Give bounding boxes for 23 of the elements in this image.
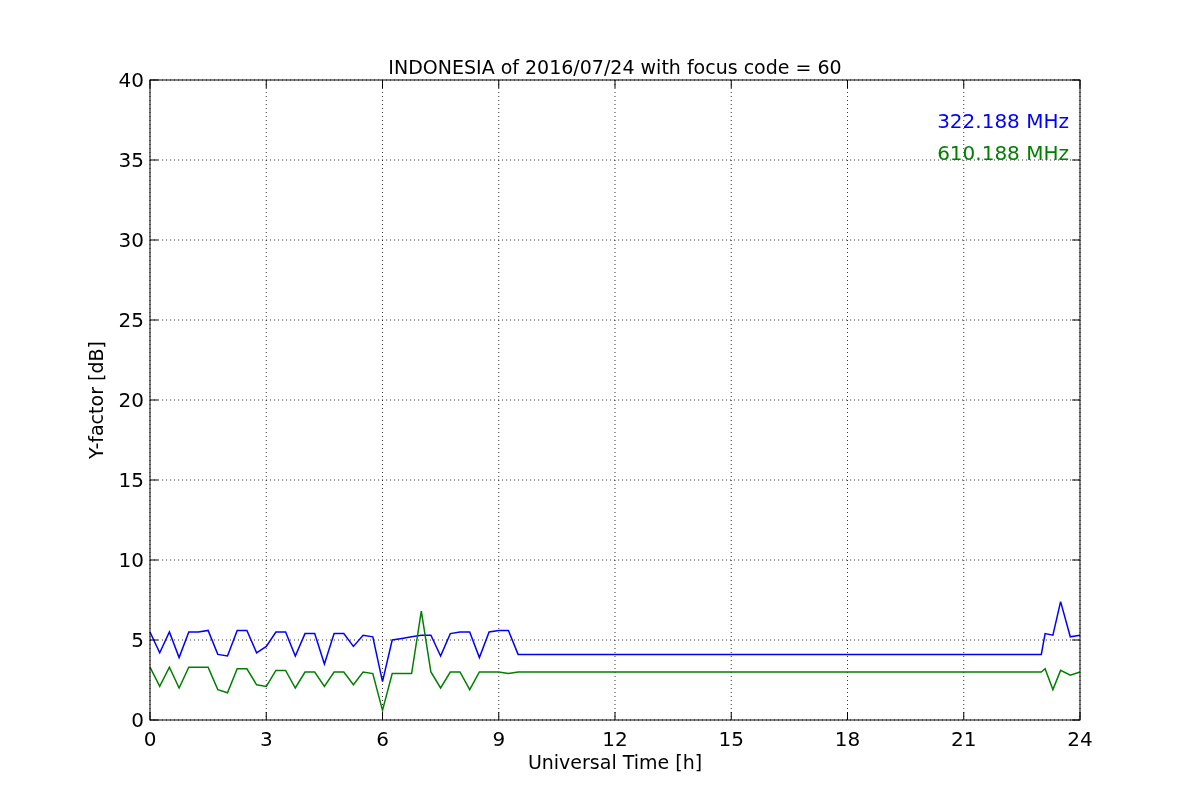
legend-label: 322.188 MHz bbox=[937, 109, 1069, 133]
y-tick-label: 5 bbox=[131, 628, 144, 652]
legend-label: 610.188 MHz bbox=[937, 141, 1069, 165]
x-tick-label: 3 bbox=[259, 727, 273, 751]
x-tick-label: 6 bbox=[376, 727, 389, 751]
chart-title: INDONESIA of 2016/07/24 with focus code = 60 bbox=[388, 56, 842, 78]
y-tick-label: 10 bbox=[118, 548, 144, 572]
x-axis-title: Universal Time [h] bbox=[527, 751, 703, 773]
y-tick-label: 30 bbox=[118, 228, 144, 252]
y-tick-label: 40 bbox=[118, 68, 144, 92]
x-tick-label: 18 bbox=[834, 727, 861, 751]
y-tick-label: 25 bbox=[118, 308, 144, 332]
x-tick-label: 9 bbox=[492, 727, 506, 751]
y-tick-label: 0 bbox=[131, 708, 144, 732]
y-tick-label: 15 bbox=[118, 468, 144, 492]
y-tick-label: 35 bbox=[118, 148, 144, 172]
x-tick-label: 12 bbox=[602, 727, 628, 751]
x-tick-label: 24 bbox=[1067, 727, 1093, 751]
x-tick-label: 21 bbox=[951, 727, 977, 751]
x-tick-label: 15 bbox=[718, 727, 744, 751]
y-axis-title: Y-factor [dB] bbox=[85, 341, 107, 459]
x-tick-label: 0 bbox=[143, 727, 157, 751]
y-tick-label: 20 bbox=[118, 388, 144, 412]
